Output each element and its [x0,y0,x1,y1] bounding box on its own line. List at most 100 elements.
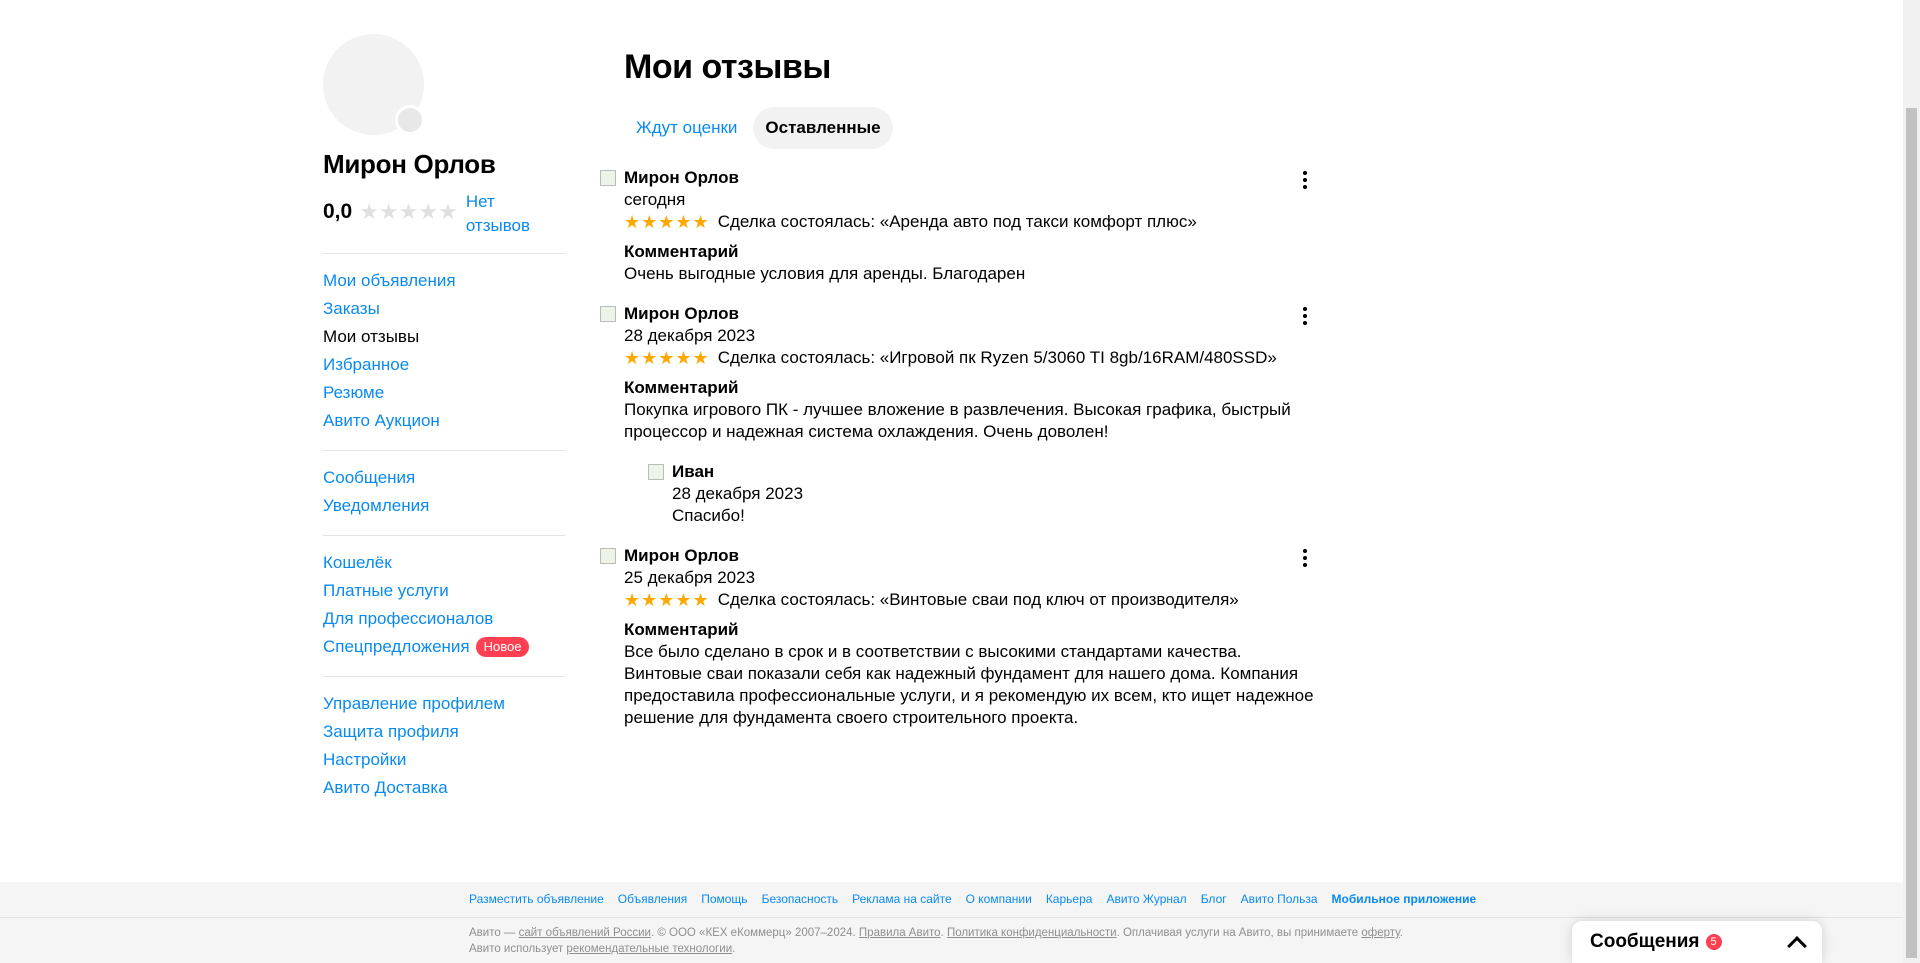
more-options-icon[interactable] [1295,170,1315,190]
legal-text: Авито — [469,927,519,939]
profile-sidebar: Мирон Орлов 0,0 ★★★★★ Нет отзывов Мои об… [323,34,565,802]
seller-reply: Иван 28 декабря 2023 Спасибо! [648,461,1324,527]
sidebar-item-special-offers[interactable]: Спецпредложения Новое [323,633,565,661]
footer-link-journal[interactable]: Авито Журнал [1106,890,1186,908]
avatar[interactable] [323,34,425,135]
footer-link-help[interactable]: Помощь [701,890,747,908]
sidebar-item-my-ads[interactable]: Мои объявления [323,267,565,295]
nav-group-finance: Кошелёк Платные услуги Для профессионало… [323,549,565,661]
review-deal: Сделка состоялась: «Винтовые сваи под кл… [717,590,1239,609]
sidebar-item-favorites[interactable]: Избранное [323,351,565,379]
footer-link-mobile-app[interactable]: Мобильное приложение [1332,890,1477,908]
sidebar-item-wallet[interactable]: Кошелёк [323,549,565,577]
messenger-title: Сообщения [1590,931,1700,952]
footer-link-post-ad[interactable]: Разместить объявление [469,890,604,908]
review-author[interactable]: Мирон Орлов [624,545,1324,567]
review-item: Мирон Орлов 28 декабря 2023 ★★★★★ Сделка… [600,303,1324,527]
review-item: Мирон Орлов сегодня ★★★★★ Сделка состоял… [600,167,1324,285]
reply-text: Спасибо! [672,506,745,525]
divider [323,535,565,536]
scrollbar-thumb[interactable] [1906,108,1917,958]
review-deal-line: ★★★★★ Сделка состоялась: «Игровой пк Ryz… [624,347,1324,369]
author-avatar[interactable] [600,170,616,186]
sidebar-item-profile-management[interactable]: Управление профилем [323,690,565,718]
review-author[interactable]: Мирон Орлов [624,303,1324,325]
sidebar-item-settings[interactable]: Настройки [323,746,565,774]
messenger-widget[interactable]: Сообщения 5 [1572,921,1822,963]
footer-divider [0,917,1903,918]
main-content: Мои отзывы Ждут оценки Оставленные Мирон… [600,48,1324,729]
page-title: Мои отзывы [624,48,831,86]
new-badge: Новое [475,637,530,657]
footer-link-advertising[interactable]: Реклама на сайте [852,890,952,908]
comment-text: Все было сделано в срок и в соответствии… [624,642,1314,727]
reply-author-avatar[interactable] [648,464,664,480]
comment-text: Покупка игрового ПК - лучшее вложение в … [624,400,1291,441]
rating-row: 0,0 ★★★★★ Нет отзывов [323,190,565,238]
sidebar-item-for-pros[interactable]: Для профессионалов [323,605,565,633]
no-reviews-link[interactable]: Нет отзывов [466,190,546,238]
review-date: 28 декабря 2023 [624,326,756,345]
divider [323,676,565,677]
review-item: Мирон Орлов 25 декабря 2023 ★★★★★ Сделка… [600,545,1324,729]
rating-stars-icon: ★★★★★ [624,590,710,610]
footer-link-ads[interactable]: Объявления [618,890,687,908]
more-options-icon[interactable] [1295,548,1315,568]
review-author[interactable]: Мирон Орлов [624,167,1324,189]
comment-label: Комментарий [624,620,739,639]
avatar-status-dot [395,105,425,135]
nav-group-messages: Сообщения Уведомления [323,464,565,520]
divider [323,253,565,254]
review-deal: Сделка состоялась: «Игровой пк Ryzen 5/3… [717,348,1277,367]
more-options-icon[interactable] [1295,306,1315,326]
comment-text: Очень выгодные условия для аренды. Благо… [624,264,1026,283]
divider [323,450,565,451]
profile-name: Мирон Орлов [323,149,496,179]
footer-link-benefit[interactable]: Авито Польза [1241,890,1318,908]
scrollbar[interactable] [1903,0,1920,963]
author-avatar[interactable] [600,306,616,322]
legal-link-recommendations[interactable]: рекомендательные технологии [566,943,732,955]
author-avatar[interactable] [600,548,616,564]
sidebar-item-paid-services[interactable]: Платные услуги [323,577,565,605]
legal-link-privacy[interactable]: Политика конфиденциальности [947,927,1117,939]
sidebar-item-orders[interactable]: Заказы [323,295,565,323]
rating-stars-icon: ★★★★★ [624,348,710,368]
review-deal-line: ★★★★★ Сделка состоялась: «Аренда авто по… [624,211,1324,233]
tab-awaiting-rating[interactable]: Ждут оценки [624,107,749,149]
review-deal: Сделка состоялась: «Аренда авто под такс… [717,212,1197,231]
sidebar-item-notifications[interactable]: Уведомления [323,492,565,520]
sidebar-item-special-offers-label: Спецпредложения [323,637,470,656]
legal-text: . [732,943,736,955]
comment-label: Комментарий [624,378,739,397]
sidebar-item-delivery[interactable]: Авито Доставка [323,774,565,802]
comment-label: Комментарий [624,242,739,261]
sidebar-item-auction[interactable]: Авито Аукцион [323,407,565,435]
chevron-up-icon[interactable] [1787,936,1807,956]
legal-link-offer[interactable]: оферту [1361,927,1399,939]
footer-link-about[interactable]: О компании [966,890,1032,908]
nav-group-settings: Управление профилем Защита профиля Настр… [323,690,565,802]
review-deal-line: ★★★★★ Сделка состоялась: «Винтовые сваи … [624,589,1324,611]
rating-value: 0,0 [323,200,353,223]
legal-text: . Оплачивая услуги на Авито, вы принимае… [1116,927,1362,939]
rating-stars-icon: ★★★★★ [624,212,710,232]
sidebar-item-messages[interactable]: Сообщения [323,464,565,492]
footer-link-career[interactable]: Карьера [1046,890,1093,908]
legal-text: . © ООО «КЕХ еКоммерц» 2007–2024. [650,927,859,939]
footer-link-security[interactable]: Безопасность [762,890,839,908]
reply-author[interactable]: Иван [672,461,1324,483]
legal-link-site[interactable]: сайт объявлений России [519,927,651,939]
sidebar-item-my-reviews[interactable]: Мои отзывы [323,323,565,351]
sidebar-item-resume[interactable]: Резюме [323,379,565,407]
review-date: 25 декабря 2023 [624,568,756,587]
footer-legal: Авито — сайт объявлений России. © ООО «К… [469,925,1419,957]
rating-stars-icon: ★★★★★ [359,199,458,224]
unread-count-badge: 5 [1705,934,1722,950]
footer-links: Разместить объявление Объявления Помощь … [469,890,1490,908]
footer-link-blog[interactable]: Блог [1201,890,1227,908]
tab-left-reviews[interactable]: Оставленные [753,107,893,149]
legal-link-rules[interactable]: Правила Авито [859,927,941,939]
sidebar-item-profile-protection[interactable]: Защита профиля [323,718,565,746]
review-tabs: Ждут оценки Оставленные [624,107,1324,149]
